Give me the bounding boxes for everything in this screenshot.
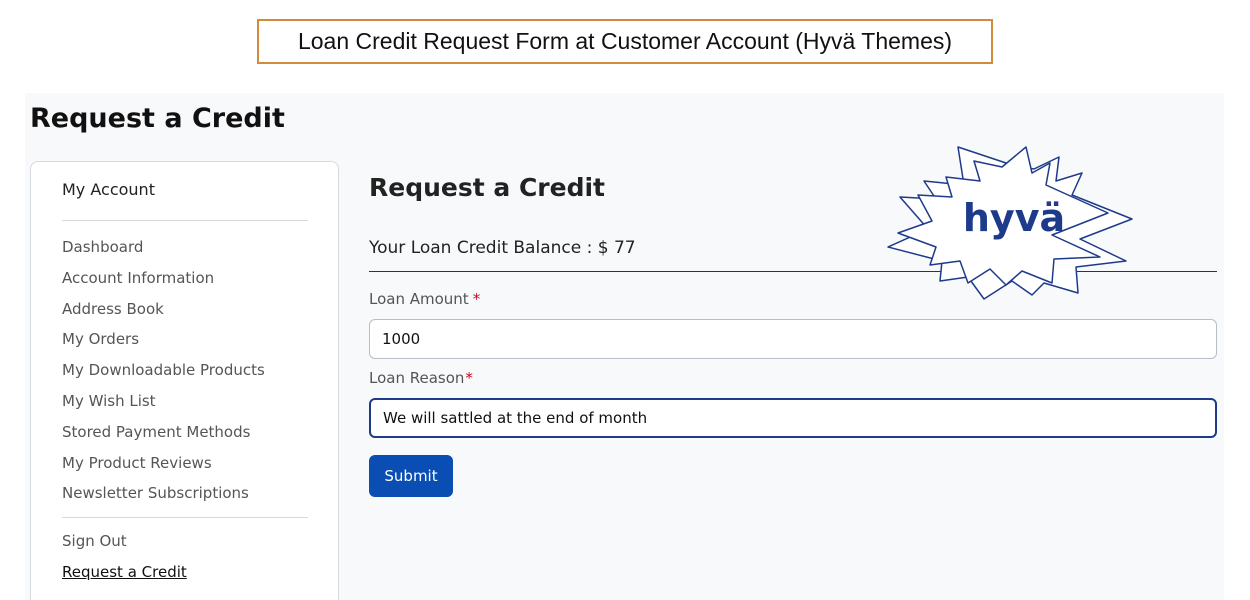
sidebar-item-downloadable-products[interactable]: My Downloadable Products <box>62 360 265 391</box>
sidebar-heading: My Account <box>62 180 155 199</box>
sidebar-item-account-information[interactable]: Account Information <box>62 268 265 299</box>
sidebar-item-wish-list[interactable]: My Wish List <box>62 391 265 422</box>
sidebar-item-newsletter-subscriptions[interactable]: Newsletter Subscriptions <box>62 483 265 514</box>
sidebar-divider <box>62 517 308 518</box>
required-asterisk: * <box>465 369 473 387</box>
sidebar-item-my-orders[interactable]: My Orders <box>62 329 265 360</box>
sidebar-item-dashboard[interactable]: Dashboard <box>62 237 265 268</box>
hyva-logo: hyvä <box>887 146 1133 300</box>
loan-reason-label: Loan Reason* <box>369 369 473 387</box>
required-asterisk: * <box>472 290 481 308</box>
form-title: Request a Credit <box>369 173 606 202</box>
caption-text: Loan Credit Request Form at Customer Acc… <box>297 28 953 54</box>
loan-amount-label: Loan Amount * <box>369 290 480 308</box>
sidebar-item-request-credit[interactable]: Request a Credit <box>62 562 187 593</box>
loan-reason-input[interactable] <box>369 398 1217 438</box>
page-title: Request a Credit <box>30 103 285 134</box>
caption-banner: Loan Credit Request Form at Customer Acc… <box>257 19 993 64</box>
sidebar-item-product-reviews[interactable]: My Product Reviews <box>62 453 265 484</box>
loan-amount-label-text: Loan Amount <box>369 290 469 308</box>
loan-reason-label-text: Loan Reason <box>369 369 465 387</box>
sidebar-item-sign-out[interactable]: Sign Out <box>62 531 187 562</box>
sidebar-bottom-menu: Sign Out Request a Credit <box>62 531 187 593</box>
sidebar-item-address-book[interactable]: Address Book <box>62 299 265 330</box>
logo-wordmark: hyvä <box>963 196 1065 240</box>
sidebar-menu: Dashboard Account Information Address Bo… <box>62 237 265 514</box>
submit-button[interactable]: Submit <box>369 455 453 497</box>
loan-credit-balance: Your Loan Credit Balance : $ 77 <box>369 238 636 258</box>
loan-amount-input[interactable] <box>369 319 1217 359</box>
account-sidebar: My Account Dashboard Account Information… <box>30 161 339 600</box>
sidebar-item-stored-payment-methods[interactable]: Stored Payment Methods <box>62 422 265 453</box>
sidebar-divider <box>62 220 308 221</box>
